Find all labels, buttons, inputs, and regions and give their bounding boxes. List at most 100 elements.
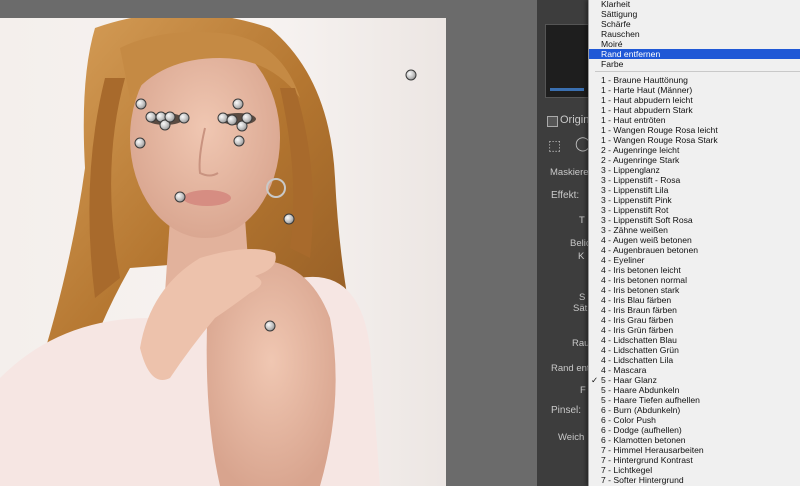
preset-menu-item[interactable]: 2 - Augenringe leicht [589,145,800,155]
menu-item[interactable]: Rand entfernen [589,49,800,59]
preset-menu-item[interactable]: 7 - Lichtkegel [589,465,800,475]
preset-menu-item[interactable]: 4 - Iris betonen normal [589,275,800,285]
preset-label: 1 - Haut entröten [601,115,666,125]
preset-menu-item[interactable]: 4 - Augenbrauen betonen [589,245,800,255]
row-label: Rau [572,338,590,349]
menu-item[interactable]: Rauschen [589,29,800,39]
preset-menu-item[interactable]: 6 - Klamotten betonen [589,435,800,445]
preset-menu-item[interactable]: 3 - Lippenstift - Rosa [589,175,800,185]
preset-label: 6 - Klamotten betonen [601,435,686,445]
preset-menu-item[interactable]: 1 - Wangen Rouge Rosa Stark [589,135,800,145]
menu-item[interactable]: Klarheit [589,0,800,9]
preset-label: 6 - Burn (Abdunkeln) [601,405,681,415]
preset-label: 2 - Augenringe leicht [601,145,680,155]
menu-item[interactable]: Schärfe [589,19,800,29]
preset-label: 1 - Wangen Rouge Rosa leicht [601,125,718,135]
preset-menu-item[interactable]: 1 - Haut entröten [589,115,800,125]
preset-menu-item[interactable]: 1 - Braune Hauttönung [589,75,800,85]
row-label: T [579,215,585,226]
preset-menu-item[interactable]: 3 - Lippenstift Pink [589,195,800,205]
row-label: K [578,251,585,262]
preset-label: 7 - Hintergrund Kontrast [601,455,693,465]
preset-menu-item[interactable]: 4 - Iris Braun färben [589,305,800,315]
preset-menu-item[interactable]: 5 - Haare Abdunkeln [589,385,800,395]
adjustment-pin[interactable] [241,112,253,124]
adjustment-pin[interactable] [233,135,245,147]
preset-menu-item[interactable]: 3 - Zähne weißen [589,225,800,235]
preset-label: 3 - Lippenstift - Rosa [601,175,681,185]
preset-label: 3 - Zähne weißen [601,225,668,235]
preset-label: 4 - Augenbrauen betonen [601,245,699,255]
adjustment-pin[interactable] [174,191,186,203]
preset-label: 5 - Haare Abdunkeln [601,385,680,395]
preset-menu-item[interactable]: 1 - Haut abpudern Stark [589,105,800,115]
preset-menu-item[interactable]: 4 - Iris betonen stark [589,285,800,295]
brush-label: Pinsel: [551,405,582,416]
preset-menu-item[interactable]: 1 - Haut abpudern leicht [589,95,800,105]
preset-label: 6 - Dodge (aufhellen) [601,425,682,435]
preset-label: 4 - Iris Grün färben [601,325,674,335]
photo-canvas-area [0,0,543,486]
preset-menu-item[interactable]: 3 - Lippenstift Soft Rosa [589,215,800,225]
original-toggle-box[interactable] [547,116,558,127]
preset-label: 5 - Haar Glanz [601,375,657,385]
preset-label: 3 - Lippenglanz [601,165,660,175]
preset-menu-item[interactable]: 4 - Iris Blau färben [589,295,800,305]
adjustment-pin[interactable] [264,320,276,332]
preset-menu-item[interactable]: 3 - Lippenglanz [589,165,800,175]
adjustment-pin[interactable] [232,98,244,110]
preset-menu-item[interactable]: ✓ 5 - Haar Glanz [589,375,800,385]
preset-menu-item[interactable]: 1 - Harte Haut (Männer) [589,85,800,95]
preset-menu-item[interactable]: 6 - Dodge (aufhellen) [589,425,800,435]
menu-item[interactable]: Farbe [589,59,800,69]
preset-label: 1 - Braune Hauttönung [601,75,688,85]
menu-item[interactable]: Sättigung [589,9,800,19]
preset-menu-item[interactable]: 6 - Burn (Abdunkeln) [589,405,800,415]
preset-menu-item[interactable]: 5 - Haare Tiefen aufhellen [589,395,800,405]
preset-label: 4 - Iris Grau färben [601,315,674,325]
preset-menu-item[interactable]: 4 - Mascara [589,365,800,375]
preset-label: 6 - Color Push [601,415,656,425]
adjustment-pin[interactable] [134,137,146,149]
preset-menu-item[interactable]: 1 - Wangen Rouge Rosa leicht [589,125,800,135]
preset-menu-item[interactable]: 4 - Lidschatten Lila [589,355,800,365]
preset-menu-item[interactable]: 4 - Iris Grau färben [589,315,800,325]
preset-label: 3 - Lippenstift Pink [601,195,672,205]
preset-label: 1 - Haut abpudern Stark [601,105,693,115]
adjustment-pin[interactable] [135,98,147,110]
adjustment-pin[interactable] [164,111,176,123]
preset-label: 4 - Iris Blau färben [601,295,672,305]
checkmark-icon: ✓ [591,375,599,385]
preset-label: 1 - Wangen Rouge Rosa Stark [601,135,718,145]
portrait-photo[interactable] [0,18,446,486]
preset-menu-item[interactable]: 7 - Himmel Herausarbeiten [589,445,800,455]
preset-menu-item[interactable]: 4 - Lidschatten Grün [589,345,800,355]
preset-menu-item[interactable]: 4 - Iris Grün färben [589,325,800,335]
mask-label: Maskiere [550,167,589,178]
histogram [545,24,589,98]
preset-menu-item[interactable]: 7 - Hintergrund Kontrast [589,455,800,465]
adjustment-pin[interactable] [405,69,417,81]
preset-label: 4 - Iris betonen stark [601,285,680,295]
preset-menu-item[interactable]: 2 - Augenringe Stark [589,155,800,165]
crop-tool-icon[interactable]: ⬚ [548,137,561,154]
preset-menu-item[interactable]: 6 - Color Push [589,415,800,425]
adjustment-pin[interactable] [283,213,295,225]
row-label: Sät [573,303,588,314]
preset-menu-item[interactable]: 3 - Lippenstift Lila [589,185,800,195]
preset-menu-item[interactable]: 7 - Softer Hintergrund [589,475,800,485]
preset-label: 7 - Softer Hintergrund [601,475,684,485]
row-label: F [580,385,586,396]
preset-menu-item[interactable]: 4 - Iris betonen leicht [589,265,800,275]
preset-menu-item[interactable]: 4 - Augen weiß betonen [589,235,800,245]
preset-menu-item[interactable]: 3 - Lippenstift Rot [589,205,800,215]
portrait-illustration [0,18,380,486]
adjustment-pin[interactable] [178,112,190,124]
menu-separator [595,71,800,72]
menu-item[interactable]: Moiré [589,39,800,49]
row-label: Rand ent [551,363,590,374]
preset-label: 3 - Lippenstift Soft Rosa [601,215,693,225]
preset-label: 4 - Iris betonen normal [601,275,687,285]
preset-menu-item[interactable]: 4 - Lidschatten Blau [589,335,800,345]
preset-menu-item[interactable]: 4 - Eyeliner [589,255,800,265]
